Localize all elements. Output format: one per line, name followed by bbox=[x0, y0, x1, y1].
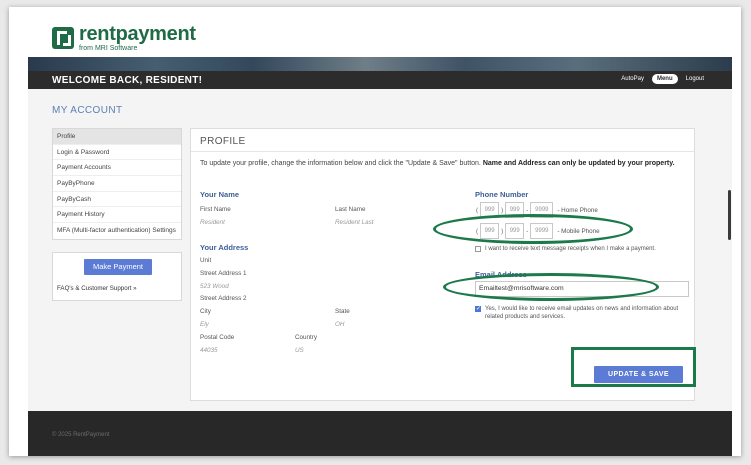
nav-autopay-link[interactable]: AutoPay bbox=[621, 76, 644, 82]
top-nav: AutoPay Menu Logout bbox=[613, 74, 704, 84]
country-value: US bbox=[295, 347, 304, 354]
profile-description-note: Name and Address can only be updated by … bbox=[482, 160, 675, 167]
your-name-heading: Your Name bbox=[200, 190, 240, 199]
welcome-bar: WELCOME BACK, RESIDENT! AutoPay Menu Log… bbox=[28, 71, 732, 89]
home-phone-line-input[interactable]: 9999 bbox=[530, 202, 554, 218]
nav-logout-link[interactable]: Logout bbox=[686, 76, 704, 82]
page-title: MY ACCOUNT bbox=[52, 105, 123, 116]
home-phone-label: - Home Phone bbox=[557, 206, 598, 214]
street-address-2-label: Street Address 2 bbox=[200, 295, 247, 302]
logo-name: rentpayment bbox=[79, 23, 196, 45]
country-label: Country bbox=[295, 334, 318, 341]
postal-code-label: Postal Code bbox=[200, 334, 235, 341]
mobile-phone-row: ( 999 ) 999 - 9999 - Mobile Phone bbox=[475, 223, 600, 239]
phone-number-heading: Phone Number bbox=[475, 190, 529, 199]
city-value: Ely bbox=[200, 321, 209, 328]
mobile-phone-line-input[interactable]: 9999 bbox=[530, 223, 554, 239]
nav-menu-button[interactable]: Menu bbox=[651, 74, 678, 84]
email-address-heading: Email Address bbox=[475, 270, 527, 279]
sidebar-item-profile[interactable]: Profile bbox=[53, 129, 181, 145]
logo-subtitle: from MRI Software bbox=[79, 45, 138, 52]
postal-code-value: 44035 bbox=[200, 347, 218, 354]
last-name-value: Resident Last bbox=[335, 219, 374, 226]
email-updates-option: Yes, I would like to receive email updat… bbox=[475, 305, 689, 321]
logo-icon bbox=[52, 27, 74, 49]
faq-support-link[interactable]: FAQ's & Customer Support » bbox=[57, 285, 137, 292]
first-name-value: Resident bbox=[200, 219, 225, 226]
payment-support-box: Make Payment FAQ's & Customer Support » bbox=[52, 252, 182, 301]
welcome-message: WELCOME BACK, RESIDENT! bbox=[52, 75, 203, 86]
text-receipt-label: I want to receive text message receipts … bbox=[485, 246, 656, 252]
state-value: OH bbox=[335, 321, 345, 328]
mobile-phone-area-input[interactable]: 999 bbox=[480, 223, 500, 239]
profile-title: PROFILE bbox=[200, 136, 246, 147]
profile-description-text: To update your profile, change the infor… bbox=[200, 160, 483, 167]
sidebar-item-paybycash[interactable]: PayByCash bbox=[53, 192, 181, 208]
state-label: State bbox=[335, 308, 350, 315]
account-sidebar: Profile Login & Password Payment Account… bbox=[52, 128, 182, 240]
mobile-phone-label: - Mobile Phone bbox=[557, 227, 600, 235]
last-name-label: Last Name bbox=[335, 206, 366, 213]
make-payment-button[interactable]: Make Payment bbox=[84, 259, 152, 275]
email-updates-label: Yes, I would like to receive email updat… bbox=[485, 306, 679, 320]
rentpayment-logo[interactable]: rentpayment from MRI Software bbox=[52, 24, 196, 52]
home-phone-row: ( 999 ) 999 - 9999 - Home Phone bbox=[475, 202, 598, 218]
header-banner-image bbox=[28, 57, 732, 71]
city-label: City bbox=[200, 308, 211, 315]
site-header: rentpayment from MRI Software bbox=[28, 7, 732, 57]
sidebar-item-mfa-settings[interactable]: MFA (Multi-factor authentication) Settin… bbox=[53, 223, 181, 239]
text-receipt-checkbox[interactable] bbox=[475, 246, 481, 252]
sidebar-item-payment-accounts[interactable]: Payment Accounts bbox=[53, 160, 181, 177]
profile-panel: PROFILE To update your profile, change t… bbox=[190, 128, 695, 401]
update-save-button[interactable]: UPDATE & SAVE bbox=[594, 366, 683, 383]
email-updates-checkbox[interactable] bbox=[475, 305, 481, 313]
unit-label: Unit bbox=[200, 257, 212, 264]
home-phone-prefix-input[interactable]: 999 bbox=[505, 202, 525, 218]
site-footer: © 2025 RentPayment bbox=[28, 411, 732, 456]
footer-copyright: © 2025 RentPayment bbox=[52, 432, 110, 438]
your-address-heading: Your Address bbox=[200, 243, 249, 252]
page-scrollbar[interactable] bbox=[728, 190, 731, 240]
sidebar-item-paybyphone[interactable]: PayByPhone bbox=[53, 176, 181, 192]
home-phone-area-input[interactable]: 999 bbox=[480, 202, 500, 218]
text-receipt-option: I want to receive text message receipts … bbox=[475, 245, 689, 253]
sidebar-item-payment-history[interactable]: Payment History bbox=[53, 207, 181, 224]
screenshot-frame: rentpayment from MRI Software WELCOME BA… bbox=[9, 7, 741, 456]
first-name-label: First Name bbox=[200, 206, 231, 213]
mobile-phone-prefix-input[interactable]: 999 bbox=[505, 223, 525, 239]
panel-divider bbox=[191, 151, 694, 152]
profile-description: To update your profile, change the infor… bbox=[200, 159, 685, 168]
sidebar-item-login-password[interactable]: Login & Password bbox=[53, 145, 181, 161]
page-content: rentpayment from MRI Software WELCOME BA… bbox=[28, 7, 732, 456]
street-address-1-value: 523 Wood bbox=[200, 283, 229, 290]
email-input[interactable]: Emailtest@mrisoftware.com bbox=[475, 281, 689, 297]
street-address-1-label: Street Address 1 bbox=[200, 270, 247, 277]
